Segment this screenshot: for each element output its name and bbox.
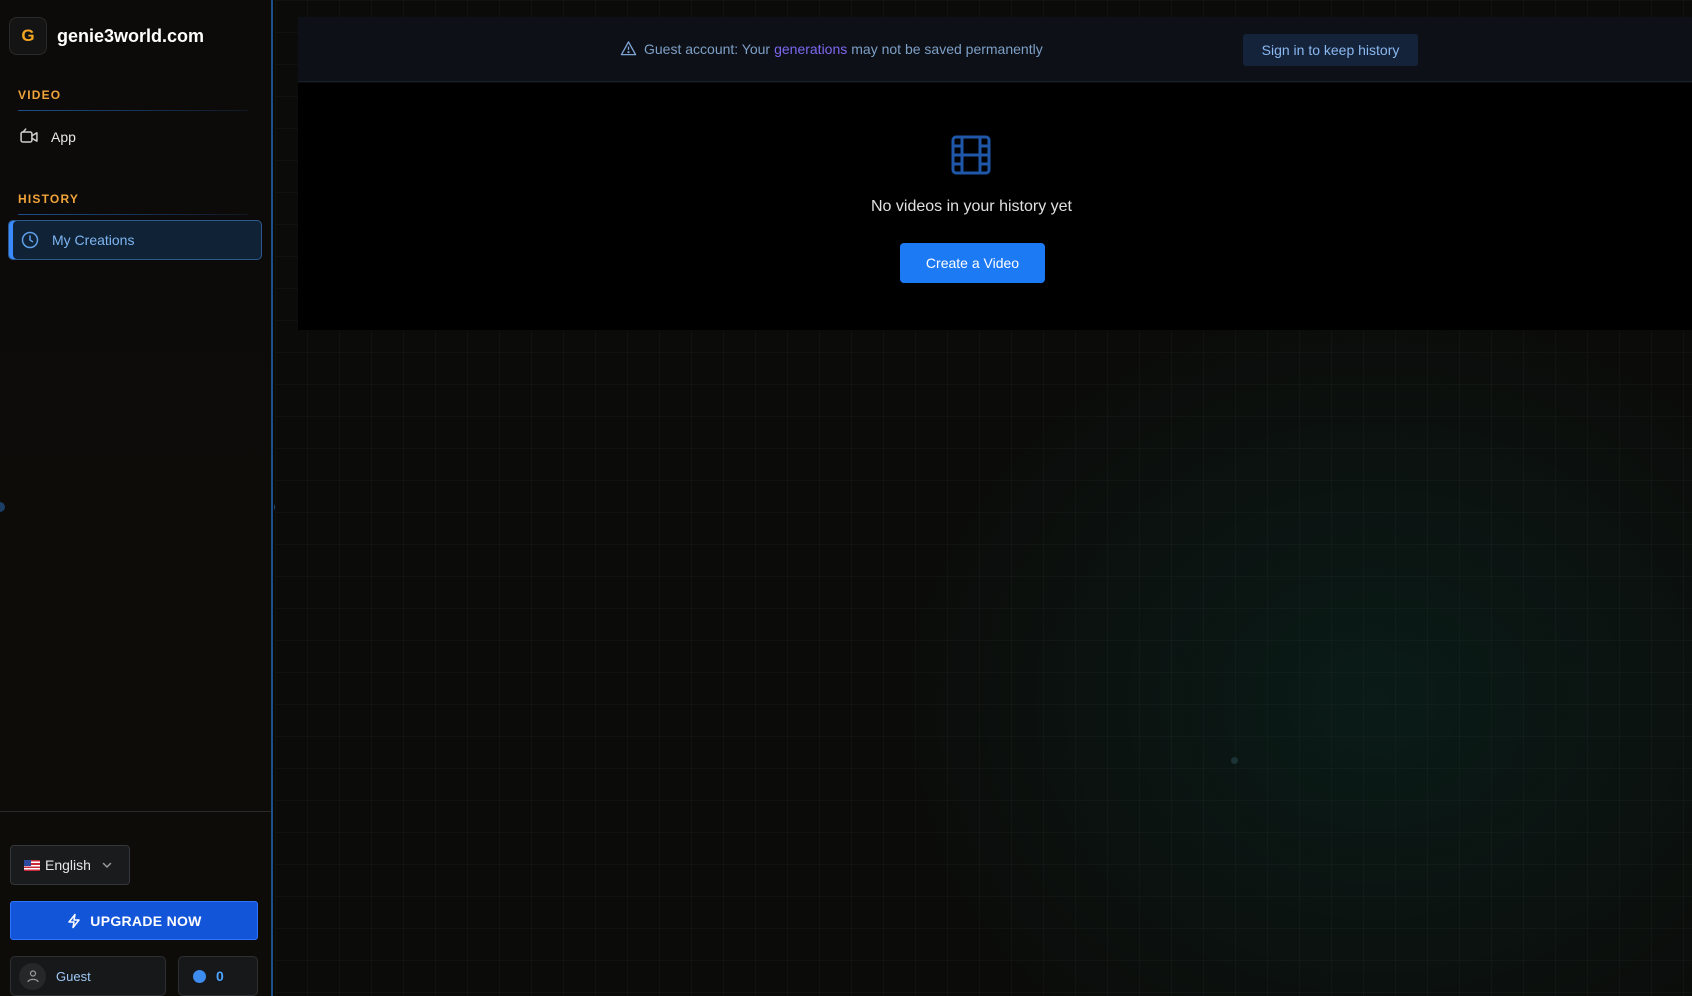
language-select[interactable]: English	[10, 845, 130, 885]
brand-logo: G	[9, 17, 47, 55]
history-empty-state: No videos in your history yet Create a V…	[298, 83, 1692, 330]
language-label: English	[45, 857, 91, 873]
section-divider	[18, 214, 248, 215]
user-name: Guest	[56, 968, 91, 984]
clock-icon	[21, 231, 39, 249]
sidebar: G genie3world.com VIDEO App HISTORY My C…	[0, 0, 273, 996]
user-card[interactable]: Guest	[10, 956, 166, 996]
warning-icon	[620, 41, 637, 56]
upgrade-button[interactable]: UPGRADE NOW	[10, 901, 258, 940]
chevron-down-icon	[102, 862, 112, 869]
credits-badge[interactable]: 0	[178, 956, 258, 996]
app-root: G genie3world.com VIDEO App HISTORY My C…	[0, 0, 1692, 996]
lightning-icon	[68, 913, 81, 928]
credit-coin-icon	[193, 969, 206, 983]
section-label-video: VIDEO	[18, 88, 62, 102]
sidebar-footer-divider	[0, 811, 271, 812]
banner-message: Guest account: Your generations may not …	[620, 40, 1043, 57]
section-divider	[18, 110, 248, 111]
section-label-history: HISTORY	[18, 192, 80, 206]
us-flag-icon	[24, 859, 40, 871]
brand[interactable]: G genie3world.com	[9, 17, 204, 55]
generations-link[interactable]: generations	[774, 41, 847, 57]
main-content: Guest account: Your generations may not …	[275, 0, 1692, 996]
sidebar-item-app[interactable]: App	[8, 117, 262, 157]
sign-in-button[interactable]: Sign in to keep history	[1243, 34, 1418, 66]
empty-state-message: No videos in your history yet	[871, 198, 1072, 215]
upgrade-label: UPGRADE NOW	[90, 912, 202, 929]
banner-text-prefix: Guest account: Your	[644, 40, 771, 57]
decorative-dot	[1231, 757, 1238, 764]
video-camera-icon	[20, 128, 38, 143]
create-video-button[interactable]: Create a Video	[900, 243, 1045, 283]
credits-count: 0	[216, 968, 224, 984]
brand-name: genie3world.com	[57, 25, 205, 46]
sidebar-item-label: My Creations	[52, 232, 135, 248]
user-icon	[26, 970, 39, 983]
sidebar-item-label: App	[51, 129, 76, 145]
avatar	[19, 962, 46, 990]
guest-warning-banner: Guest account: Your generations may not …	[298, 17, 1692, 82]
film-icon	[951, 135, 991, 175]
banner-text-suffix: may not be saved permanently	[851, 40, 1043, 57]
sidebar-item-my-creations[interactable]: My Creations	[8, 220, 262, 260]
